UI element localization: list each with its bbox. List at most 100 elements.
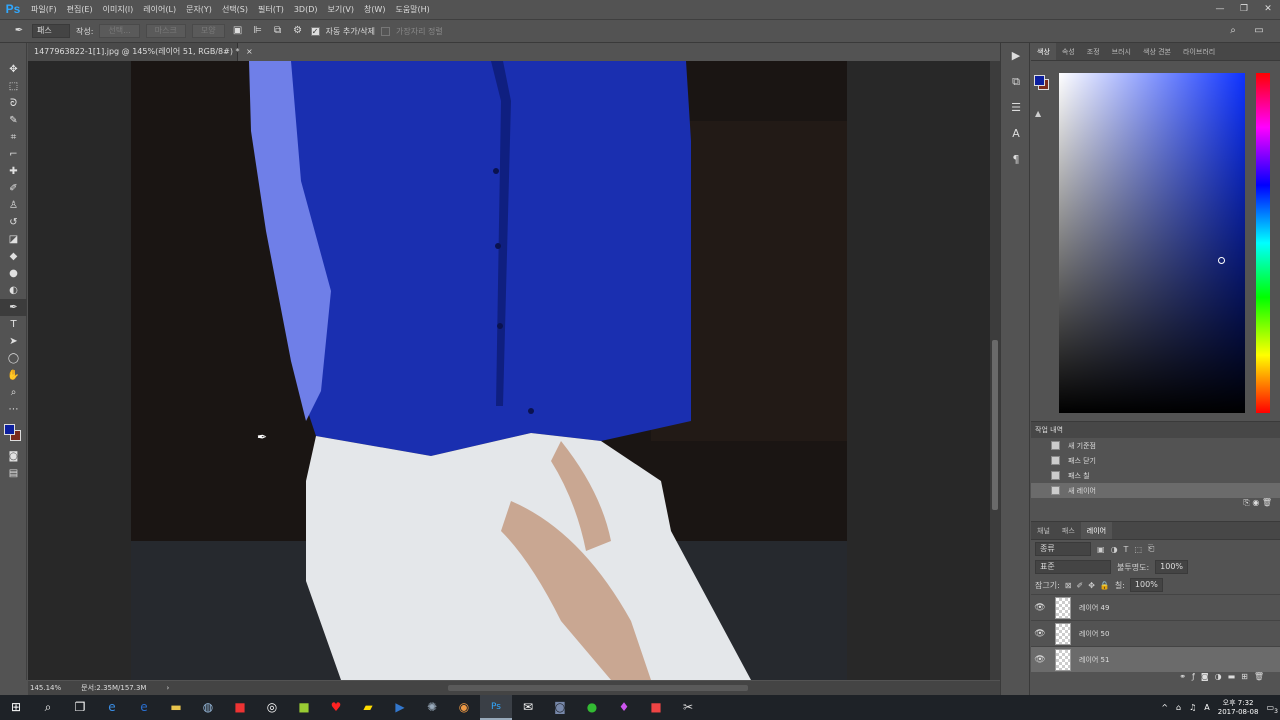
make-selection-button[interactable]: 선택... — [99, 24, 140, 38]
lock-pixels-icon[interactable]: ✐ — [1076, 581, 1083, 590]
ime-indicator[interactable]: A — [1204, 703, 1209, 712]
color-picker-field[interactable] — [1059, 73, 1245, 413]
history-panel-title[interactable]: 작업 내역 — [1031, 422, 1280, 438]
make-shape-button[interactable]: 모양 — [191, 24, 225, 38]
snapshot-icon[interactable]: ⎘ — [1243, 498, 1249, 507]
eraser-tool-icon[interactable]: ◪ — [0, 231, 27, 248]
horizontal-scroll-thumb[interactable] — [448, 685, 748, 691]
eyedropper-tool-icon[interactable]: ⌐ — [0, 146, 27, 163]
zoom-level[interactable]: 145.14% — [30, 681, 61, 695]
path-arrangement-icon[interactable]: ⧉ — [271, 24, 285, 38]
path-select-tool-icon[interactable]: ➤ — [0, 333, 27, 350]
history-brush-tool-icon[interactable]: ↺ — [0, 214, 27, 231]
volume-icon[interactable]: ♫ — [1189, 703, 1196, 712]
color-picker-marker[interactable] — [1218, 257, 1225, 264]
network-icon[interactable]: ⌂ — [1176, 703, 1181, 712]
chrome-icon[interactable]: ◉ — [448, 695, 480, 720]
paragraph-icon[interactable]: ¶ — [1001, 147, 1031, 173]
history-item[interactable]: 새 기준점 — [1031, 438, 1280, 453]
filter-type-icon[interactable]: T — [1124, 545, 1129, 554]
pen-tool-icon[interactable]: ✒ — [0, 299, 27, 316]
search-icon[interactable]: ⌕ — [1226, 24, 1240, 38]
menu-select[interactable]: 선택(S) — [217, 4, 253, 15]
canvas-area[interactable] — [28, 61, 990, 680]
history-item[interactable]: 패스 칠 — [1031, 468, 1280, 483]
dodge-tool-icon[interactable]: ◐ — [0, 282, 27, 299]
tab-paths[interactable]: 패스 — [1056, 522, 1081, 539]
adjustments-icon[interactable]: ☰ — [1001, 95, 1031, 121]
file-explorer-icon[interactable]: ▬ — [160, 695, 192, 720]
app-wolf-icon[interactable]: ✺ — [416, 695, 448, 720]
minimize-button[interactable]: — — [1208, 0, 1232, 19]
heart-app-icon[interactable]: ♥ — [320, 695, 352, 720]
tray-expand-icon[interactable]: ^ — [1161, 703, 1168, 712]
task-view-icon[interactable]: ❐ — [64, 695, 96, 720]
link-layers-icon[interactable]: ⚭ — [1179, 672, 1192, 681]
layer-row[interactable]: 👁 레이어 51 — [1031, 646, 1280, 672]
type-tool-icon[interactable]: T — [0, 316, 27, 333]
gear-icon[interactable]: ⚙ — [291, 24, 305, 38]
kakaotalk-icon[interactable]: ▰ — [352, 695, 384, 720]
menu-image[interactable]: 이미지(I) — [98, 4, 139, 15]
tab-layers[interactable]: 레이어 — [1080, 522, 1113, 539]
tab-libraries[interactable]: 라이브러리 — [1177, 43, 1221, 60]
trash-icon[interactable]: 🗑 — [1262, 498, 1272, 507]
delete-layer-icon[interactable]: 🗑 — [1254, 672, 1270, 681]
history-item[interactable]: 새 레이어 — [1031, 483, 1280, 498]
tab-properties[interactable]: 속성 — [1056, 43, 1081, 60]
panel-foreground-swatch[interactable] — [1034, 75, 1045, 86]
app-red-icon[interactable]: ■ — [224, 695, 256, 720]
lock-transparency-icon[interactable]: ⊠ — [1065, 581, 1072, 590]
paint-bucket-tool-icon[interactable]: ◆ — [0, 248, 27, 265]
adjustment-layer-icon[interactable]: ◑ — [1215, 672, 1228, 681]
app-globe-icon[interactable]: ◍ — [192, 695, 224, 720]
lasso-tool-icon[interactable]: ᘐ — [0, 95, 27, 112]
workspace-icon[interactable]: ▭ — [1252, 24, 1266, 38]
hand-tool-icon[interactable]: ✋ — [0, 367, 27, 384]
menu-layer[interactable]: 레이어(L) — [138, 4, 181, 15]
app-calendar-icon[interactable]: ■ — [640, 695, 672, 720]
ie-browser-icon[interactable]: e — [128, 695, 160, 720]
blur-tool-icon[interactable]: ● — [0, 265, 27, 282]
restore-button[interactable]: ❐ — [1232, 0, 1256, 19]
vertical-scroll-thumb[interactable] — [992, 340, 998, 510]
tab-channels[interactable]: 채널 — [1031, 522, 1056, 539]
edge-browser-icon[interactable]: e — [96, 695, 128, 720]
menu-file[interactable]: 파일(F) — [26, 4, 62, 15]
clone-stamp-tool-icon[interactable]: ♙ — [0, 197, 27, 214]
clock[interactable]: 오후 7:32 2017-08-08 — [1218, 699, 1259, 717]
camera-icon[interactable]: ◉ — [1252, 498, 1259, 507]
layer-filter-select[interactable]: 종류 — [1035, 542, 1091, 556]
menu-window[interactable]: 창(W) — [359, 4, 391, 15]
eye-icon[interactable]: 👁 — [1031, 629, 1049, 639]
canvas-image[interactable] — [131, 61, 847, 680]
blend-mode-select[interactable]: 표준 — [1035, 560, 1111, 574]
menu-type[interactable]: 문자(Y) — [181, 4, 217, 15]
tab-swatches[interactable]: 색상 견본 — [1137, 43, 1177, 60]
photoshop-taskbar-icon[interactable]: Ps — [480, 695, 512, 720]
marquee-tool-icon[interactable]: ⬚ — [0, 78, 27, 95]
character-icon[interactable]: A — [1001, 121, 1031, 147]
fx-icon[interactable]: ƒ — [1192, 672, 1201, 681]
menu-edit[interactable]: 편집(E) — [62, 4, 98, 15]
app-circle-icon[interactable]: ◎ — [256, 695, 288, 720]
new-layer-icon[interactable]: ⊞ — [1241, 672, 1254, 681]
app-tool-icon[interactable]: ✂ — [672, 695, 704, 720]
make-mask-button[interactable]: 마스크 — [145, 24, 186, 38]
lock-position-icon[interactable]: ✥ — [1088, 581, 1095, 590]
menu-view[interactable]: 보기(V) — [323, 4, 359, 15]
more-tools-icon[interactable]: ⋯ — [0, 401, 27, 418]
discord-icon[interactable]: ◙ — [544, 695, 576, 720]
status-menu-arrow[interactable]: › — [166, 681, 169, 695]
media-player-icon[interactable]: ▶ — [384, 695, 416, 720]
screen-mode-icon[interactable]: ▤ — [0, 465, 27, 482]
zoom-tool-icon[interactable]: ⌕ — [0, 384, 27, 401]
layer-row[interactable]: 👁 레이어 50 — [1031, 620, 1280, 646]
filter-shape-icon[interactable]: ⬚ — [1134, 545, 1142, 554]
pen-mode-select[interactable]: 패스 — [32, 24, 70, 38]
notification-icon[interactable]: ▭ 3 — [1266, 703, 1278, 715]
document-tab[interactable]: 1477963822-1[1].jpg @ 145%(레이어 51, RGB/8… — [28, 43, 253, 61]
opacity-input[interactable]: 100% — [1155, 560, 1189, 574]
app-leaf-icon[interactable]: ● — [576, 695, 608, 720]
menu-filter[interactable]: 필터(T) — [253, 4, 289, 15]
